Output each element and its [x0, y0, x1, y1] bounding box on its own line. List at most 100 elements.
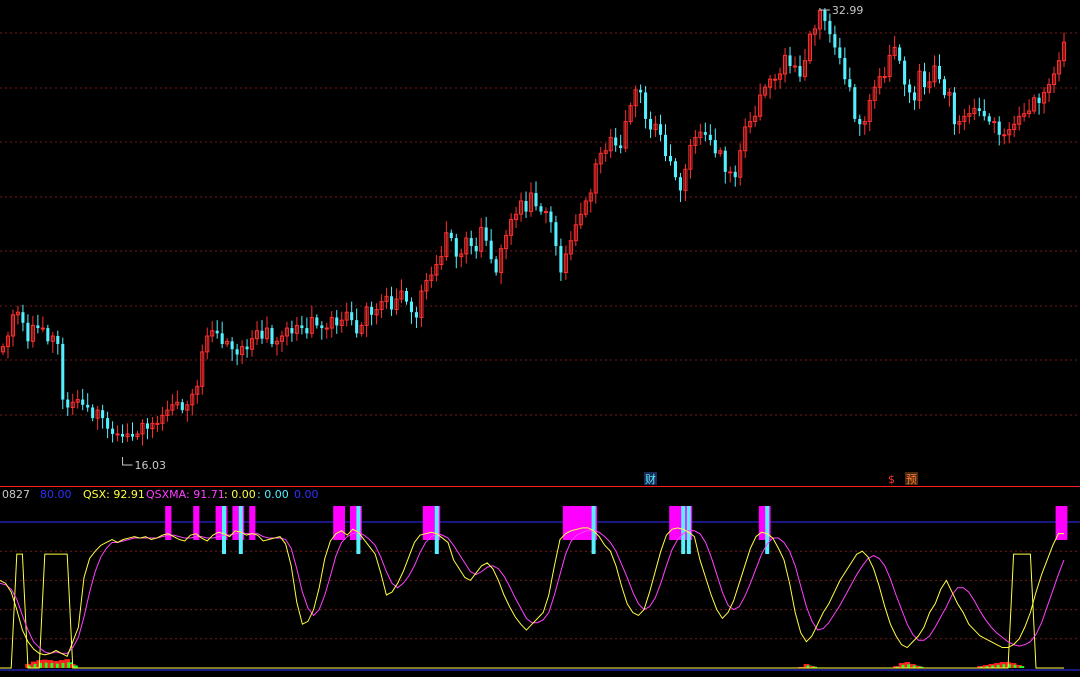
signal-bar-magenta	[215, 506, 222, 540]
signal-bar-magenta	[674, 506, 681, 540]
candle-body	[549, 211, 553, 223]
high-price-marker: 32.99	[832, 4, 864, 17]
signal-bar-magenta	[669, 506, 676, 540]
stock-chart[interactable]: 32.99 16.03 财 $ 预 0827 80.00 QSX: 92.91 …	[0, 0, 1080, 673]
candle-body	[858, 118, 862, 125]
candle-body	[111, 428, 115, 434]
candle-body	[838, 47, 842, 59]
chart-background	[0, 0, 1080, 673]
candle-body	[908, 84, 912, 93]
candle-body	[524, 200, 528, 212]
candle-body	[409, 301, 414, 313]
histogram-green-bar	[1019, 666, 1025, 668]
candle-body	[320, 325, 324, 329]
candle-body	[315, 317, 319, 326]
candle-body	[36, 325, 40, 329]
candle-body	[658, 124, 663, 135]
candle-body	[937, 65, 942, 80]
signal-bar-cyan	[222, 506, 226, 554]
signal-bar-magenta	[232, 506, 239, 540]
candle-body	[942, 79, 946, 96]
indicator-level: 80.00	[40, 488, 72, 501]
candle-body	[913, 92, 917, 101]
candle-body	[235, 349, 239, 355]
candle-body	[489, 240, 493, 260]
candle-body	[534, 193, 538, 207]
candle-body	[404, 291, 409, 302]
candle-body	[848, 79, 852, 88]
candle-body	[290, 328, 294, 334]
candle-body	[539, 206, 543, 212]
candle-body	[46, 328, 50, 342]
candle-body	[708, 134, 712, 141]
candle-body	[798, 65, 802, 77]
candle-body	[220, 333, 224, 344]
signal-bar-cyan	[686, 506, 691, 554]
candle-body	[324, 327, 329, 330]
event-marker-finance[interactable]: 财	[645, 472, 656, 486]
candle-body	[833, 34, 837, 48]
signal-bar-magenta	[333, 506, 340, 540]
candle-body	[350, 312, 354, 321]
extra-value-1: : 0.00	[224, 488, 256, 501]
candle-body	[843, 58, 847, 80]
candle-body	[101, 410, 105, 419]
candle-body	[649, 118, 653, 130]
candle-body	[145, 423, 149, 429]
candle-body	[230, 341, 234, 350]
signal-bar-magenta	[579, 506, 586, 540]
candle-body	[245, 346, 249, 350]
candle-body	[713, 140, 717, 154]
candle-body	[21, 312, 25, 323]
event-marker-forecast[interactable]: 预	[906, 473, 917, 486]
candle-body	[26, 322, 30, 342]
candle-body	[703, 132, 707, 135]
qsx-value-label: QSX: 92.91	[83, 488, 145, 501]
candle-body	[449, 232, 453, 239]
candle-body	[86, 404, 90, 408]
candle-body	[1037, 97, 1041, 104]
candle-body	[977, 108, 981, 111]
candle-body	[40, 327, 45, 330]
event-marker-dollar[interactable]: $	[888, 473, 895, 486]
candle-body	[215, 330, 219, 334]
candle-body	[180, 402, 184, 411]
candle-body	[733, 171, 737, 178]
candle-body	[91, 407, 95, 419]
candle-body	[668, 155, 673, 162]
candle-body	[389, 296, 394, 310]
candle-body	[639, 89, 643, 93]
candle-body	[469, 238, 473, 247]
candle-body	[66, 399, 70, 408]
candle-body	[723, 150, 727, 172]
candle-body	[300, 325, 304, 329]
candle-body	[115, 433, 120, 436]
candle-body	[270, 328, 274, 344]
chart-canvas[interactable]: 32.99 16.03 财 $ 预 0827 80.00 QSX: 92.91 …	[0, 0, 1080, 673]
signal-bar-magenta	[585, 506, 592, 540]
candle-body	[828, 20, 832, 35]
candle-body	[484, 227, 488, 241]
signal-bar-magenta	[193, 506, 200, 540]
candle-body	[853, 87, 857, 119]
signal-bar-magenta	[562, 506, 569, 540]
signal-bar-cyan	[434, 506, 439, 554]
candle-body	[454, 238, 458, 257]
candle-body	[903, 60, 907, 85]
candle-body	[987, 116, 991, 122]
candle-body	[370, 306, 374, 315]
signal-bar-magenta	[422, 506, 429, 540]
candle-body	[355, 320, 359, 334]
signal-bar-magenta	[1061, 506, 1068, 540]
candle-body	[898, 47, 902, 61]
candle-body	[614, 137, 618, 146]
candle-body	[305, 328, 309, 334]
candle-body	[554, 222, 558, 247]
candle-body	[414, 312, 418, 318]
signal-bar-magenta	[758, 506, 765, 540]
signal-bar-magenta	[249, 506, 256, 540]
low-price-marker: 16.03	[135, 459, 167, 472]
candle-body	[952, 92, 956, 125]
indicator-code: 0827	[2, 488, 30, 501]
candle-body	[474, 246, 478, 252]
